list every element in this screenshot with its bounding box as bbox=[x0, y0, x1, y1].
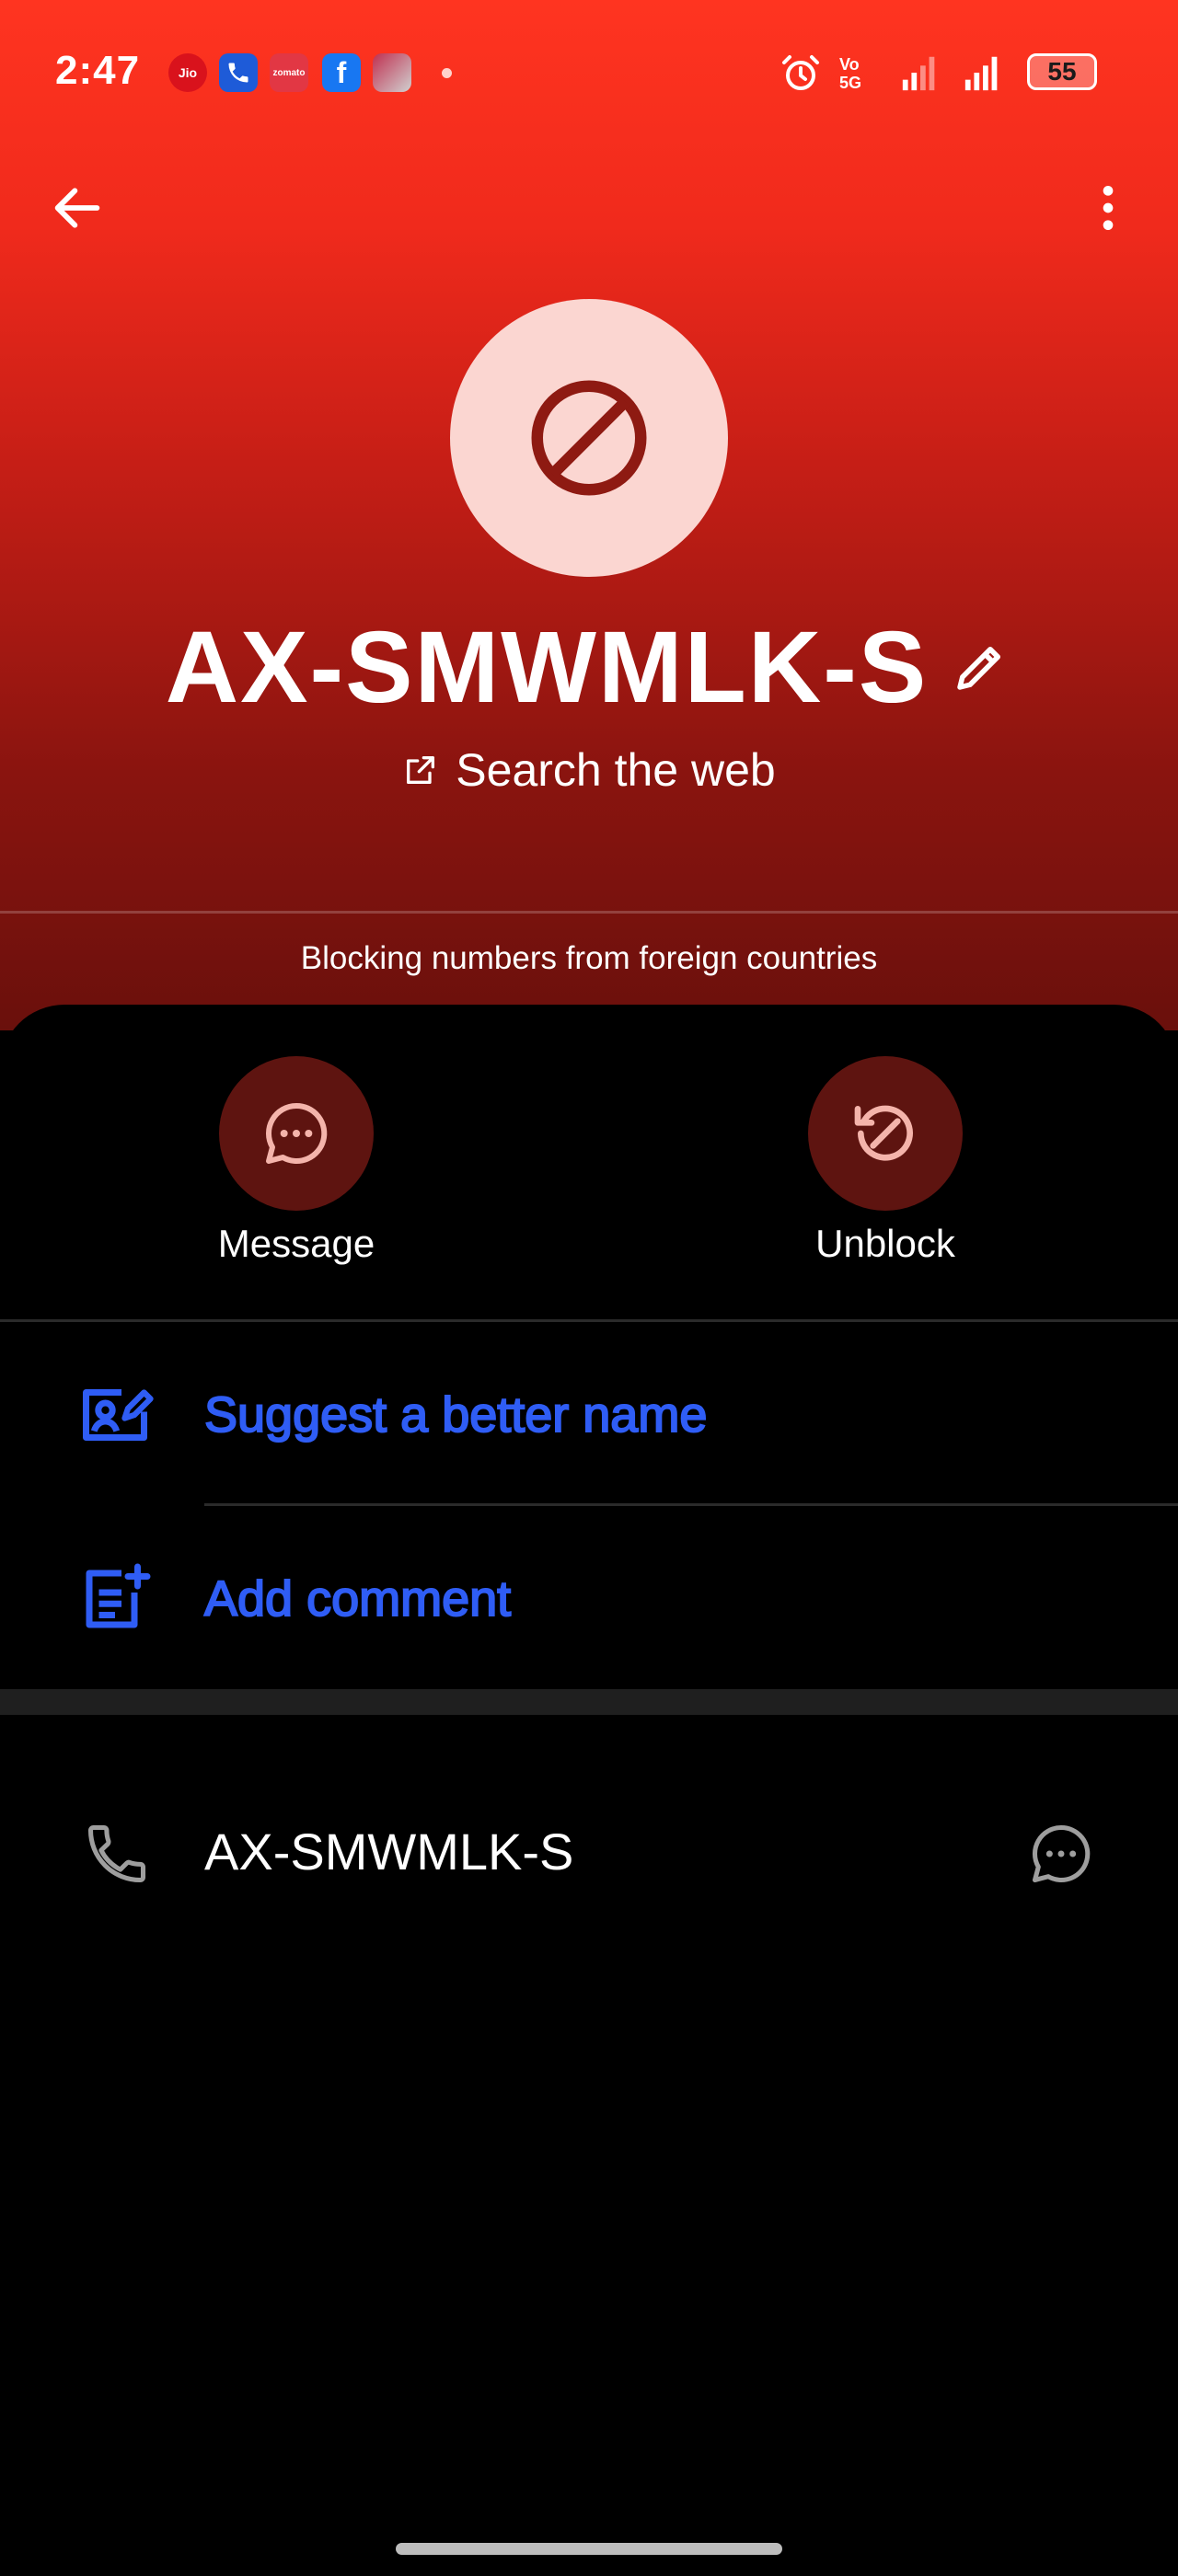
phone-number-row[interactable]: AX-SMWMLK-S bbox=[0, 1785, 1178, 1914]
add-comment-label: Add comment bbox=[203, 1570, 512, 1627]
facebook-icon: f bbox=[322, 53, 361, 92]
contact-avatar bbox=[450, 299, 728, 577]
chat-bubble-icon bbox=[266, 1102, 328, 1164]
zomato-label: zomato bbox=[272, 67, 306, 78]
arrow-left-icon bbox=[54, 188, 100, 228]
external-link-icon bbox=[407, 756, 435, 784]
list-divider bbox=[204, 1503, 1178, 1506]
suggest-name-label: Suggest a better name bbox=[203, 1386, 708, 1443]
add-comment-item[interactable]: Add comment bbox=[0, 1509, 1178, 1689]
status-bar: 2:47 Jio zomato f Vo 5G 55 bbox=[0, 0, 1178, 147]
phone-icon bbox=[75, 1812, 158, 1895]
home-indicator[interactable] bbox=[396, 2543, 782, 2555]
edit-name-button[interactable] bbox=[948, 635, 1012, 699]
battery-icon: 55 bbox=[1027, 53, 1097, 90]
contact-name-row: AX-SMWMLK-S bbox=[147, 603, 1031, 731]
search-web-link[interactable]: Search the web bbox=[0, 743, 1178, 797]
message-action[interactable]: Message bbox=[158, 1056, 434, 1266]
alarm-icon bbox=[779, 52, 823, 100]
unblock-action[interactable]: Unblock bbox=[747, 1056, 1023, 1266]
network-label: Vo 5G bbox=[839, 55, 862, 92]
section-divider bbox=[0, 1689, 1178, 1715]
edit-contact-icon bbox=[74, 1374, 156, 1456]
unblock-action-label: Unblock bbox=[815, 1222, 955, 1265]
search-web-label: Search the web bbox=[456, 744, 776, 796]
status-time: 2:47 bbox=[55, 48, 141, 93]
jio-icon: Jio bbox=[168, 53, 207, 92]
message-action-label: Message bbox=[217, 1222, 375, 1265]
signal-2-icon bbox=[961, 52, 1005, 98]
message-action-circle[interactable] bbox=[219, 1056, 374, 1211]
more-notifications-dot bbox=[442, 68, 452, 78]
gallery-icon bbox=[373, 53, 411, 92]
unblock-action-circle[interactable] bbox=[808, 1056, 963, 1211]
chat-bubble-icon bbox=[1032, 1824, 1091, 1883]
unblock-icon bbox=[854, 1105, 913, 1161]
more-vertical-icon bbox=[1103, 186, 1114, 230]
block-icon bbox=[531, 380, 647, 496]
signal-1-icon bbox=[898, 52, 942, 98]
add-note-icon bbox=[74, 1558, 156, 1640]
battery-level: 55 bbox=[1047, 57, 1077, 86]
back-button[interactable] bbox=[40, 171, 114, 245]
actions-divider bbox=[0, 1319, 1178, 1322]
pencil-icon bbox=[957, 647, 1001, 690]
more-options-button[interactable] bbox=[1071, 171, 1145, 245]
suggest-name-item[interactable]: Suggest a better name bbox=[0, 1325, 1178, 1505]
zomato-icon: zomato bbox=[270, 53, 308, 92]
phone-number: AX-SMWMLK-S bbox=[204, 1823, 574, 1880]
header-divider bbox=[0, 911, 1178, 914]
send-message-button[interactable] bbox=[1020, 1812, 1103, 1895]
block-reason: Blocking numbers from foreign countries bbox=[300, 940, 878, 976]
jio-label: Jio bbox=[178, 65, 198, 80]
phone-app-icon bbox=[219, 53, 258, 92]
contact-name: AX-SMWMLK-S bbox=[165, 610, 929, 724]
